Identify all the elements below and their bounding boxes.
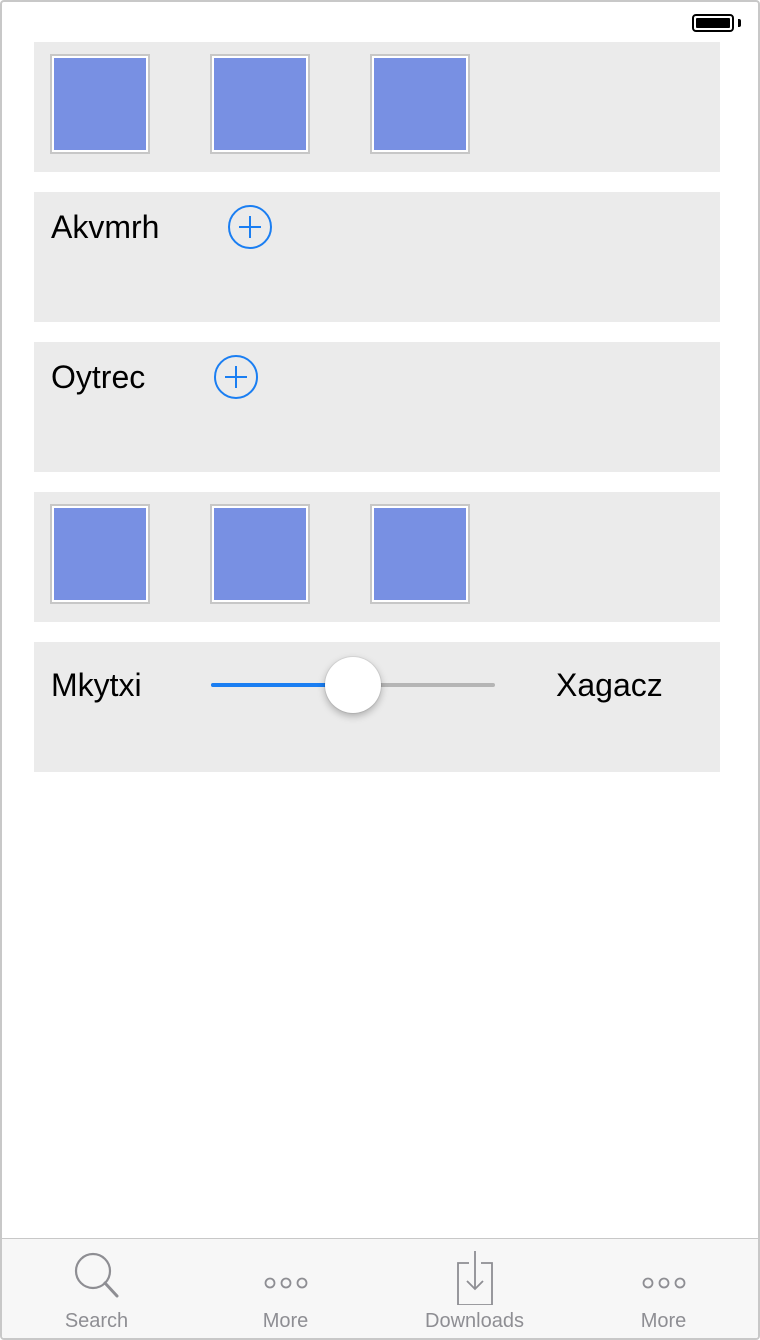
- slider-panel: Mkytxi Xagacz: [34, 642, 720, 772]
- row-label: Oytrec: [51, 359, 146, 395]
- tab-more[interactable]: More: [569, 1239, 758, 1338]
- add-button[interactable]: [214, 355, 258, 399]
- row-label: Akvmrh: [51, 209, 160, 245]
- image-placeholder: [54, 508, 146, 600]
- image-placeholder: [374, 508, 466, 600]
- image-placeholder: [214, 508, 306, 600]
- more-icon: [642, 1277, 685, 1289]
- plus-circle-icon: [225, 366, 247, 388]
- image-placeholder: [374, 58, 466, 150]
- slider-track[interactable]: [211, 657, 495, 713]
- plus-circle-icon: [239, 216, 261, 238]
- add-row-panel-1: Akvmrh: [34, 192, 720, 322]
- image-row-panel-1: [34, 42, 720, 172]
- image-row-panel-2: [34, 492, 720, 622]
- tab-search[interactable]: Search: [2, 1239, 191, 1338]
- tab-label: Search: [64, 1310, 129, 1332]
- tab-bar: Search More Downloads More: [2, 1238, 758, 1338]
- image-tile[interactable]: [50, 54, 150, 154]
- search-icon: [74, 1252, 118, 1298]
- status-bar: [2, 2, 758, 42]
- image-tile[interactable]: [210, 54, 310, 154]
- image-tile[interactable]: [370, 54, 470, 154]
- tab-label: More: [640, 1310, 687, 1332]
- battery-icon: [692, 14, 734, 32]
- tab-label: Downloads: [425, 1310, 524, 1332]
- downloads-icon: [456, 1251, 493, 1305]
- phone-screen: Akvmrh Oytrec Mkytxi Xagacz Search More …: [0, 0, 760, 1340]
- slider-min-label: Mkytxi: [51, 667, 142, 703]
- add-row-panel-2: Oytrec: [34, 342, 720, 472]
- image-tile[interactable]: [50, 504, 150, 604]
- battery-tip: [738, 19, 741, 27]
- image-placeholder: [54, 58, 146, 150]
- tab-label: More: [262, 1310, 309, 1332]
- image-tile[interactable]: [370, 504, 470, 604]
- add-button[interactable]: [228, 205, 272, 249]
- image-tile[interactable]: [210, 504, 310, 604]
- image-placeholder: [214, 58, 306, 150]
- slider-thumb[interactable]: [325, 657, 381, 713]
- slider-max-label: Xagacz: [556, 667, 663, 703]
- tab-downloads[interactable]: Downloads: [380, 1239, 569, 1338]
- more-icon: [264, 1277, 307, 1289]
- tab-more[interactable]: More: [191, 1239, 380, 1338]
